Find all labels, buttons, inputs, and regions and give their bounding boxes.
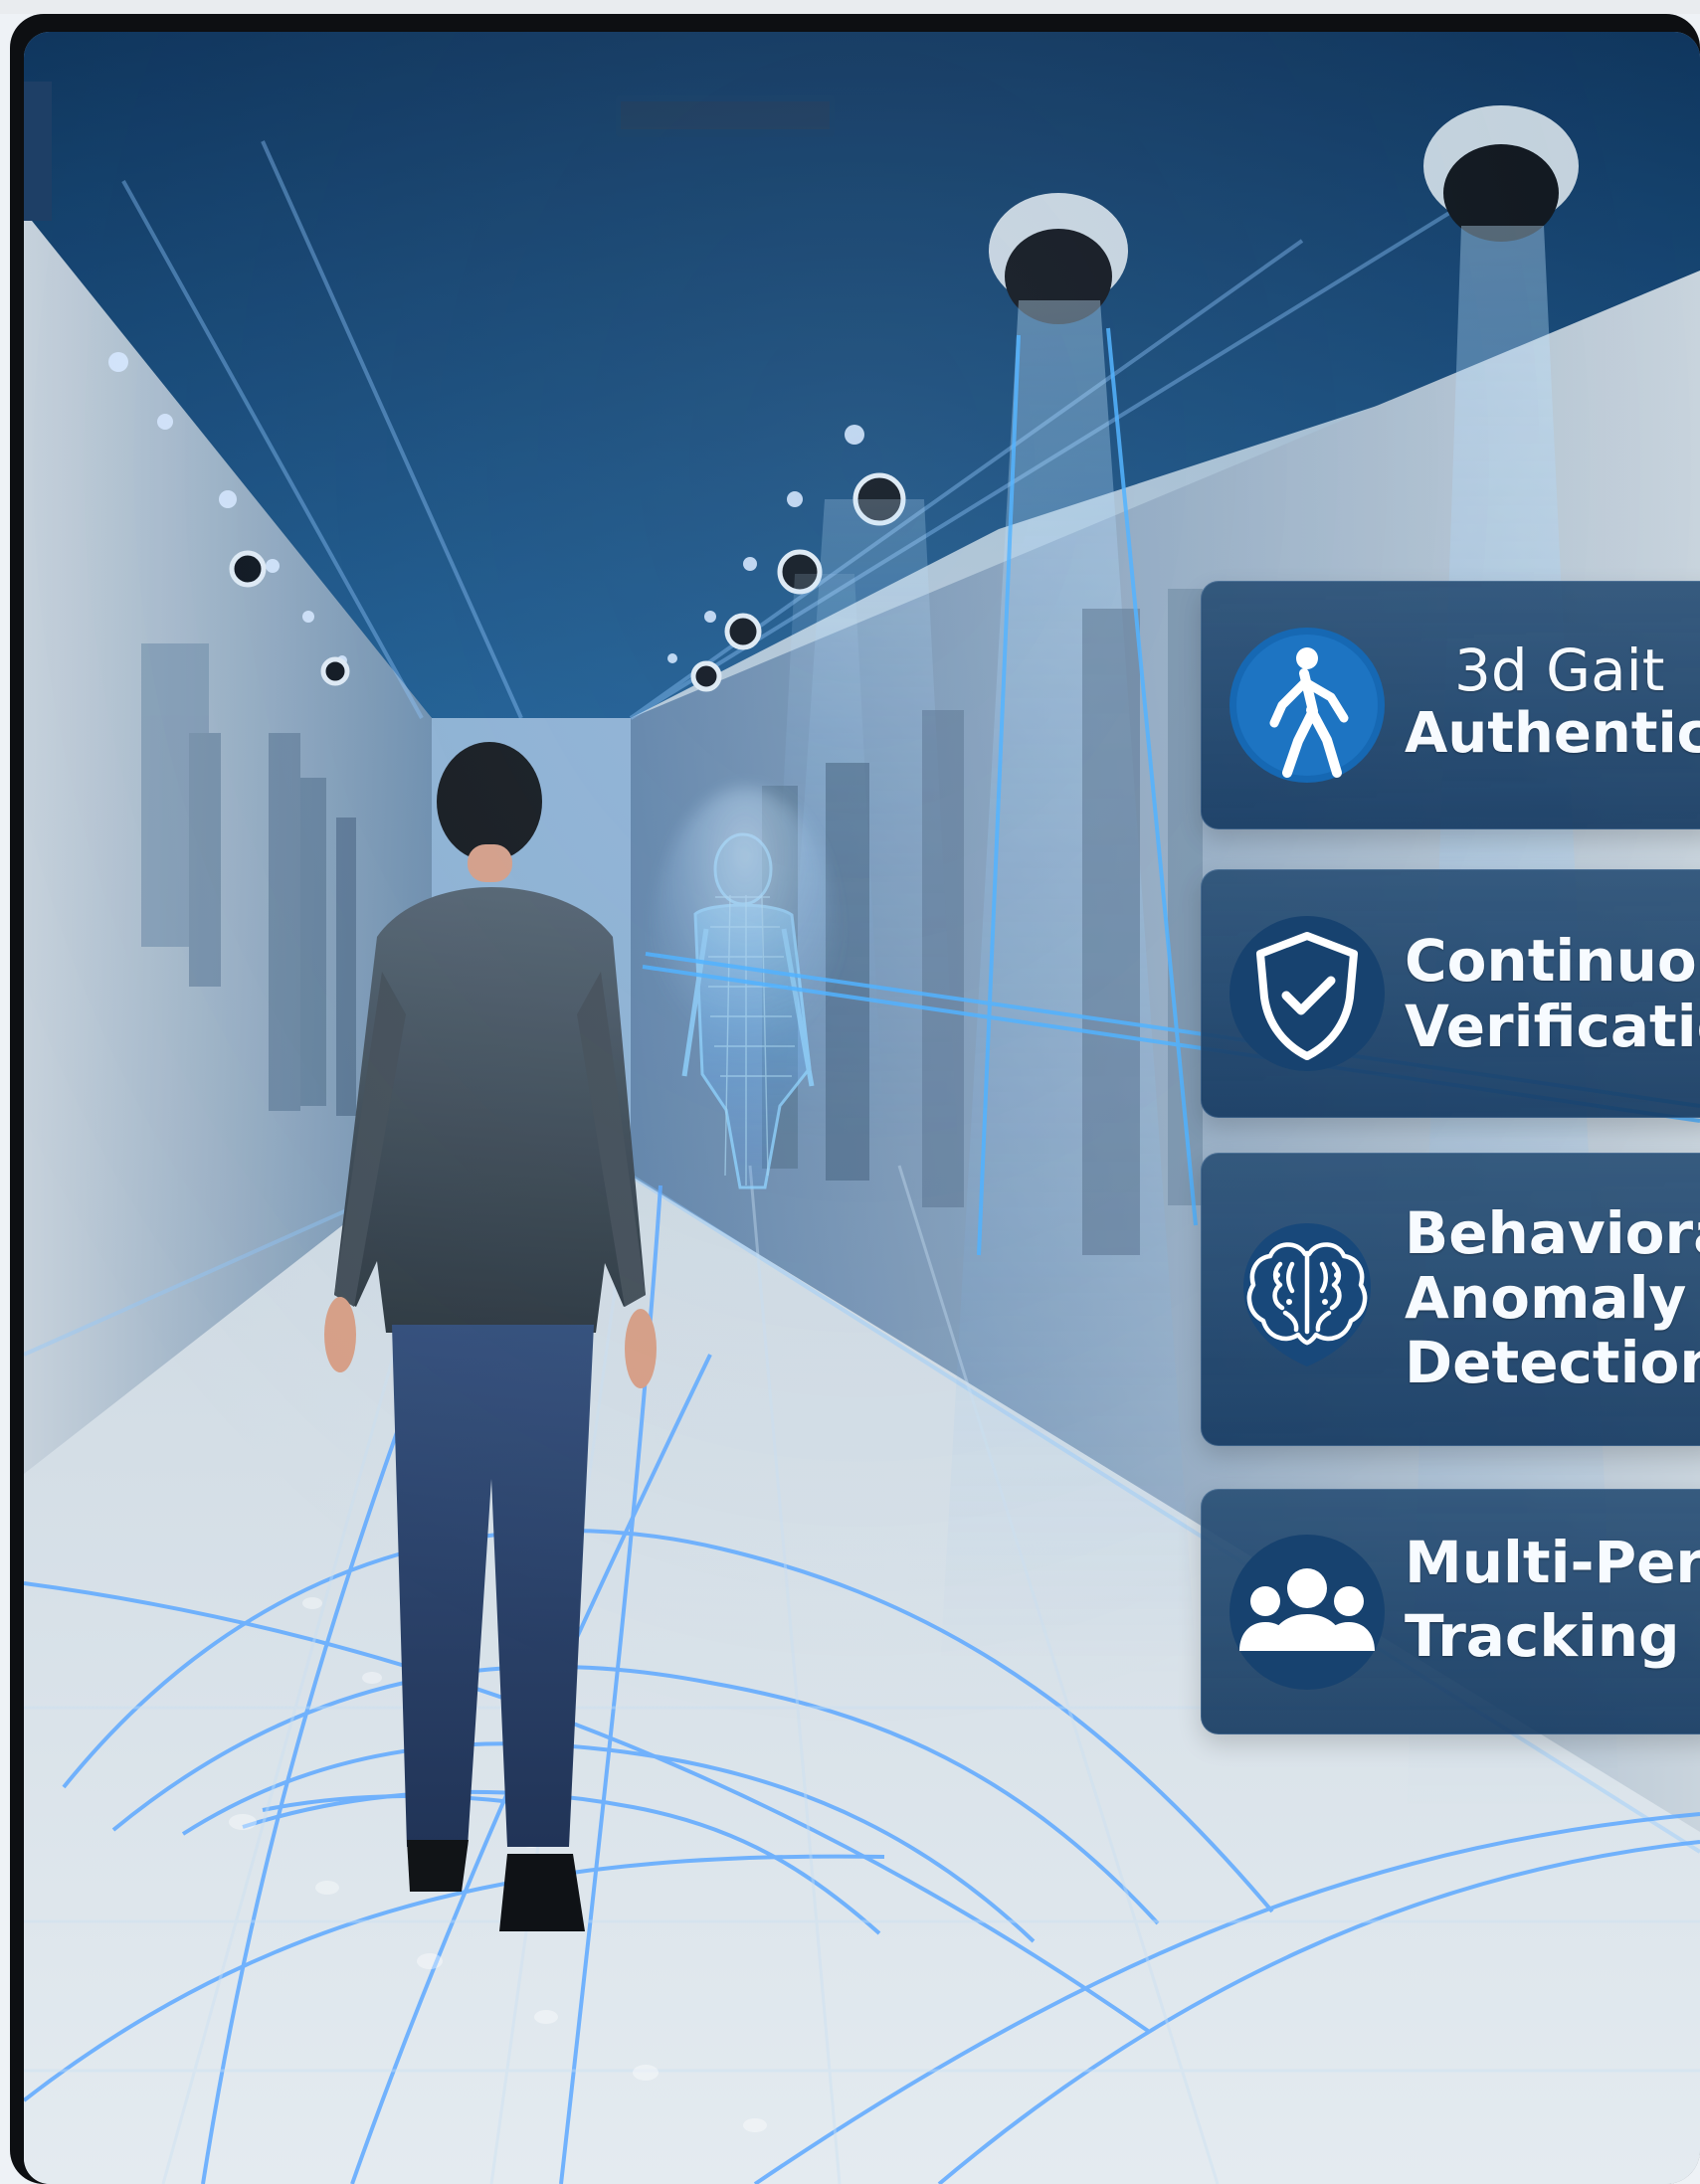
corridor-scene: 3d Gait Authentication Continuous	[24, 32, 1700, 2184]
feature-card-gait-authentication: 3d Gait Authentication	[1201, 581, 1700, 829]
page: 3d Gait Authentication Continuous	[0, 0, 1700, 2184]
feature-line-2: Verification	[1405, 993, 1700, 1061]
feature-line-1: Behavioral	[1405, 1199, 1700, 1267]
people-group-icon	[1226, 1531, 1389, 1694]
feature-line-2: Anomaly	[1405, 1263, 1687, 1332]
feature-card-multi-person-tracking: Multi-Person Tracking	[1201, 1489, 1700, 1734]
left-accent	[24, 82, 52, 221]
feature-label-gait-authentication: 3d Gait Authentication	[1405, 637, 1700, 766]
shield-check-icon	[1226, 912, 1389, 1075]
image-frame: 3d Gait Authentication Continuous	[10, 14, 1700, 2184]
feature-label-behavioral-anomaly-detection: Behavioral Anomaly Detection	[1405, 1201, 1700, 1395]
feature-card-behavioral-anomaly-detection: Behavioral Anomaly Detection	[1201, 1153, 1700, 1446]
walking-person-icon	[1226, 624, 1389, 787]
feature-label-continuous-verification: Continuous Verification	[1405, 928, 1700, 1059]
feature-card-continuous-verification: Continuous Verification	[1201, 869, 1700, 1118]
top-strip	[0, 0, 1700, 14]
feature-line-3: Detection	[1405, 1328, 1700, 1396]
feature-line-1: Multi-Person	[1405, 1529, 1700, 1596]
feature-line-1: 3d Gait	[1454, 637, 1665, 704]
feature-line-2: Authentication	[1405, 701, 1700, 767]
feature-panels: 3d Gait Authentication Continuous	[1201, 581, 1700, 1734]
feature-line-1: Continuous	[1405, 927, 1700, 995]
feature-line-2: Tracking	[1405, 1602, 1680, 1671]
feature-label-multi-person-tracking: Multi-Person Tracking	[1405, 1530, 1700, 1669]
brain-icon	[1226, 1213, 1389, 1376]
